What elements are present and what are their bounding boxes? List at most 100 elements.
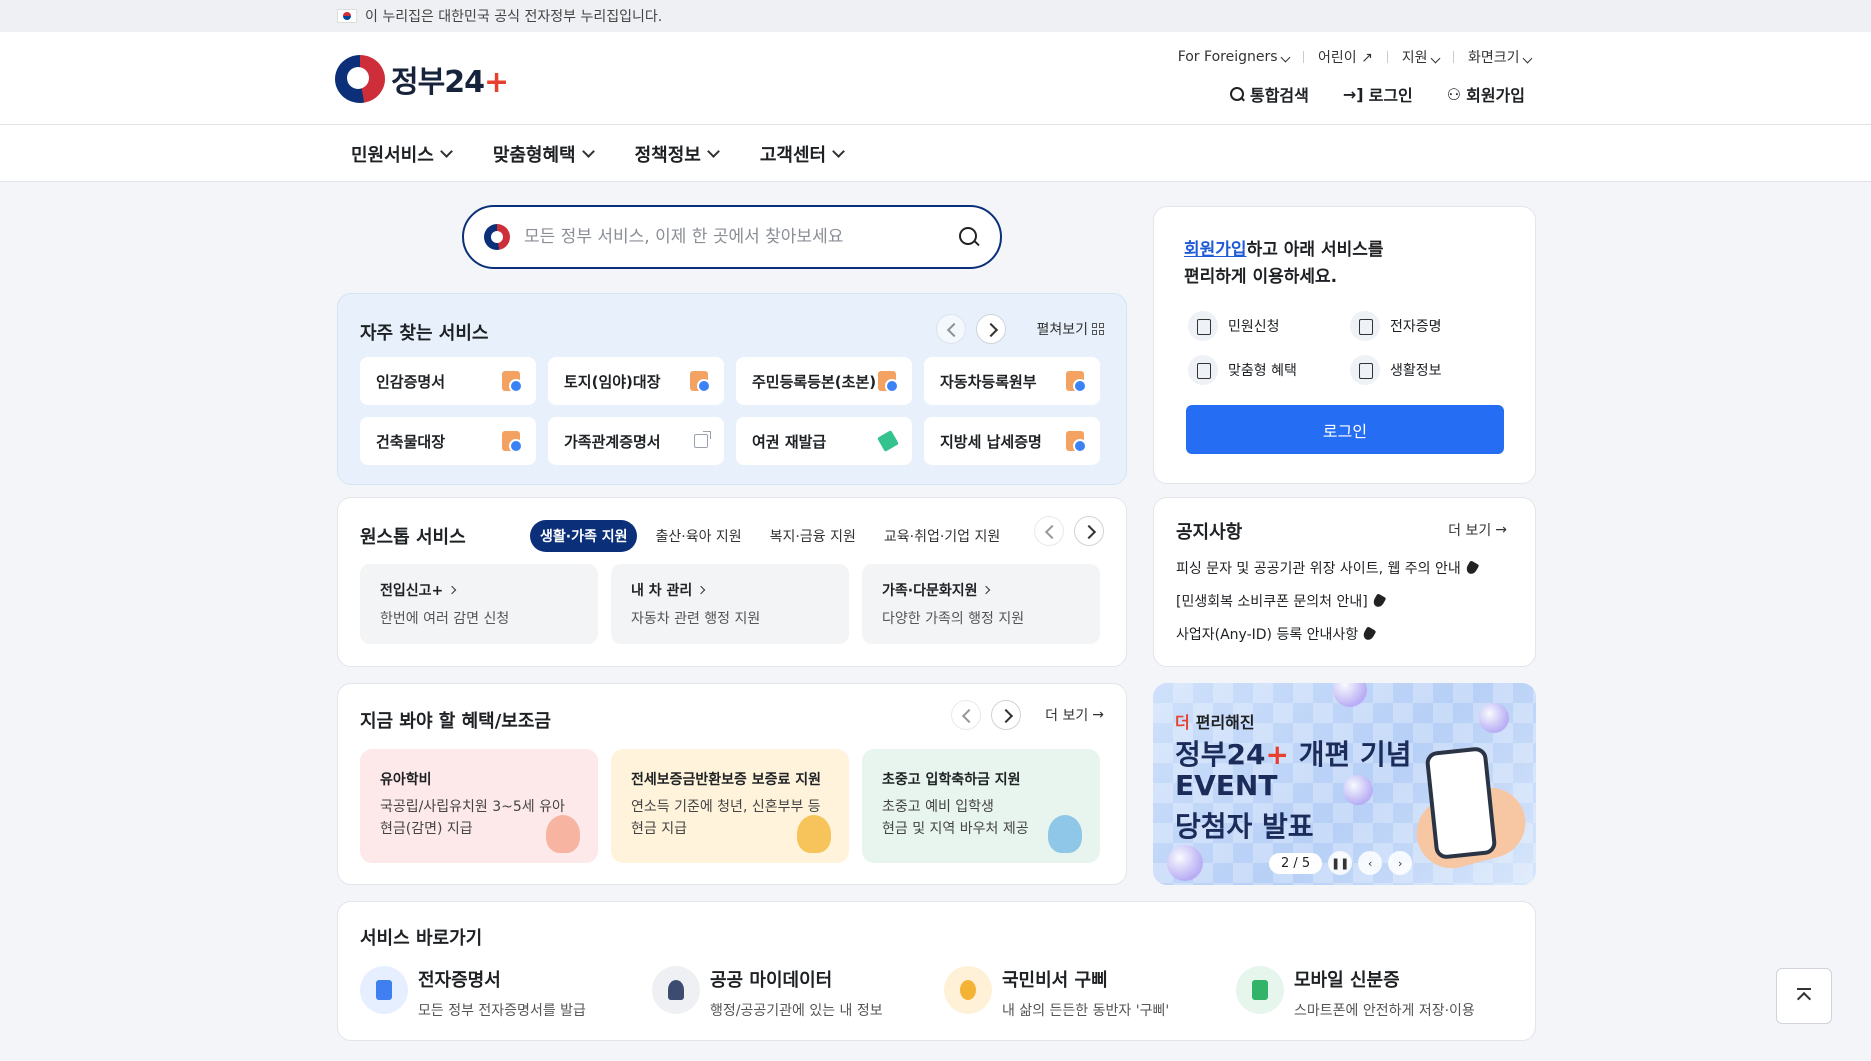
gov-banner: 이 누리집은 대한민국 공식 전자정부 누리집입니다. [0, 0, 1871, 32]
prev-button[interactable]: ‹ [1358, 851, 1383, 875]
main-search [462, 205, 1002, 269]
scroll-top-button[interactable] [1776, 968, 1832, 1024]
pin-icon [1361, 626, 1377, 642]
chevron-down-icon [1280, 52, 1291, 63]
banner-pager: 2 / 5 ❚❚ ‹ › [1269, 851, 1413, 875]
onestop-item[interactable]: 전입신고+ 한번에 여러 감면 신청 [360, 564, 598, 644]
document-icon [1066, 371, 1087, 393]
util-kids[interactable]: 어린이 ↗ [1318, 47, 1373, 67]
pause-button[interactable]: ❚❚ [1328, 851, 1353, 875]
bubble-decoration [1479, 703, 1509, 733]
pen-icon [877, 430, 899, 452]
certificate-icon [1350, 311, 1380, 341]
notice-item[interactable]: 피싱 문자 및 공공기관 위장 사이트, 웹 주의 안내 [1176, 558, 1480, 578]
quick-benefits[interactable]: 맞춤형 혜택 [1188, 355, 1350, 385]
next-button[interactable] [991, 700, 1022, 730]
chevron-down-icon [581, 145, 595, 158]
search-icon[interactable] [958, 226, 980, 248]
notice-item[interactable]: [민생회복 소비쿠폰 문의처 안내] [1176, 591, 1477, 611]
expand-link[interactable]: 펼쳐보기 [1036, 319, 1104, 339]
login-icon: →] [1342, 84, 1364, 104]
gnb-policy-info[interactable]: 정책정보 [635, 141, 720, 167]
onestop-item[interactable]: 가족·다문화지원 다양한 가족의 행정 지원 [862, 564, 1100, 644]
carousel-controls: 펼쳐보기 [936, 314, 1104, 344]
gov-banner-text: 이 누리집은 대한민국 공식 전자정부 누리집입니다. [365, 9, 663, 25]
service-item[interactable]: 자동차등록원부 [924, 357, 1100, 405]
more-link[interactable]: 더 보기 → [1045, 705, 1104, 725]
benefit-card[interactable]: 유아학비 국공립/사립유치원 3~5세 유아 현금(감면) 지급 [360, 749, 598, 863]
section-title: 서비스 바로가기 [360, 928, 483, 949]
next-button[interactable] [1074, 516, 1104, 546]
taegeuk-logo-icon [335, 55, 385, 103]
benefit-card[interactable]: 전세보증금반환보증 보증료 지원 연소득 기준에 청년, 신혼부부 등 현금 지급 [611, 749, 849, 863]
chevron-down-icon [1430, 53, 1441, 64]
service-shortcuts: 서비스 바로가기 전자증명서 모든 정부 전자증명서를 발급 공공 마이데이터 행정… [337, 901, 1536, 1041]
prev-button[interactable] [1034, 516, 1064, 546]
gift-icon [1188, 355, 1218, 385]
signup-link[interactable]: ⚇ 회원가입 [1447, 82, 1525, 106]
tab-education-jobs[interactable]: 교육·취업·기업 지원 [874, 520, 1010, 552]
service-item[interactable]: 가족관계증명서 [548, 417, 724, 465]
event-banner[interactable]: 더 편리해진 정부24+ 개편 기념 EVENT 당첨자 발표 2 / 5 ❚❚ … [1153, 683, 1536, 885]
tab-birth-childcare[interactable]: 출산·육아 지원 [645, 520, 751, 552]
shortcut-gubbi[interactable]: 국민비서 구삐 내 삶의 든든한 동반자 '구삐' [944, 966, 1236, 1020]
benefit-grid: 유아학비 국공립/사립유치원 3~5세 유아 현금(감면) 지급 전세보증금반환보증… [360, 749, 1100, 863]
document-icon [502, 371, 523, 393]
service-item[interactable]: 인감증명서 [360, 357, 536, 405]
login-card: 회원가입하고 아래 서비스를 편리하게 이용하세요. 민원신청 전자증명 맞춤형… [1153, 206, 1536, 484]
tab-life-family[interactable]: 생활·가족 지원 [530, 520, 638, 552]
section-title: 공지사항 [1176, 522, 1243, 543]
quick-civil-apply[interactable]: 민원신청 [1188, 311, 1350, 341]
utility-menu: For Foreigners 어린이 ↗ 지원 화면크기 [1178, 47, 1533, 67]
quick-e-cert[interactable]: 전자증명 [1350, 311, 1480, 341]
integrated-search-button[interactable]: 통합검색 [1229, 82, 1309, 106]
child-illustration-icon [546, 815, 580, 853]
banner-subtitle: 더 편리해진 [1175, 713, 1255, 732]
join-prompt: 회원가입하고 아래 서비스를 편리하게 이용하세요. [1184, 240, 1384, 288]
quick-links: 민원신청 전자증명 맞춤형 혜택 생활정보 [1188, 311, 1480, 385]
search-input[interactable] [524, 227, 944, 247]
gnb-civil-service[interactable]: 민원서비스 [351, 141, 453, 167]
shortcut-e-certificate[interactable]: 전자증명서 모든 정부 전자증명서를 발급 [360, 966, 652, 1020]
chevron-right-icon [982, 585, 991, 595]
quick-life-info[interactable]: 생활정보 [1350, 355, 1480, 385]
service-item[interactable]: 건축물대장 [360, 417, 536, 465]
service-item[interactable]: 여권 재발급 [736, 417, 912, 465]
gnb-custom-benefits[interactable]: 맞춤형혜택 [493, 141, 595, 167]
service-item[interactable]: 지방세 납세증명 [924, 417, 1100, 465]
util-support[interactable]: 지원 [1402, 47, 1441, 67]
notice-item[interactable]: 사업자(Any-ID) 등록 안내사항 [1176, 624, 1477, 644]
service-item[interactable]: 주민등록등본(초본) [736, 357, 912, 405]
onestop-services: 원스톱 서비스 생활·가족 지원 출산·육아 지원 복지·금융 지원 교육·취업… [337, 497, 1127, 667]
pin-icon [1371, 593, 1387, 609]
onestop-item[interactable]: 내 차 관리 자동차 관련 행정 지원 [611, 564, 849, 644]
signup-inline-link[interactable]: 회원가입 [1184, 240, 1247, 260]
login-link[interactable]: →] 로그인 [1343, 82, 1413, 106]
benefit-card[interactable]: 초중고 입학축하금 지원 초중고 예비 입학생 현금 및 지역 바우처 제공 [862, 749, 1100, 863]
next-button[interactable]: › [1388, 851, 1413, 875]
bubble-decoration [1167, 845, 1203, 881]
util-screen-size[interactable]: 화면크기 [1468, 47, 1533, 67]
service-item[interactable]: 토지(임야)대장 [548, 357, 724, 405]
korea-flag-icon [337, 9, 357, 23]
shortcut-mobile-id[interactable]: 모바일 신분증 스마트폰에 안전하게 저장·이용 [1236, 966, 1528, 1020]
pin-icon [1464, 560, 1480, 576]
tab-welfare-finance[interactable]: 복지·금융 지원 [760, 520, 866, 552]
notice-list: 피싱 문자 및 공공기관 위장 사이트, 웹 주의 안내 [민생회복 소비쿠폰 … [1176, 558, 1480, 657]
bubble-decoration [1343, 775, 1373, 805]
prev-button[interactable] [936, 314, 967, 344]
util-foreigners[interactable]: For Foreigners [1178, 49, 1291, 65]
site-logo[interactable]: 정부24+ [335, 55, 509, 103]
next-button[interactable] [976, 314, 1007, 344]
more-link[interactable]: 더 보기 → [1448, 520, 1507, 540]
banner-title-line2: EVENT [1175, 769, 1278, 802]
gnb-customer-center[interactable]: 고객센터 [760, 141, 845, 167]
taegeuk-logo-icon [484, 224, 510, 250]
prev-button[interactable] [951, 700, 982, 730]
login-button[interactable]: 로그인 [1186, 405, 1504, 454]
student-illustration-icon [1048, 815, 1082, 853]
site-header: 정부24+ For Foreigners 어린이 ↗ 지원 화면크기 통합검색 … [0, 32, 1871, 125]
bubble-decoration [1333, 683, 1367, 707]
shortcut-mydata[interactable]: 공공 마이데이터 행정/공공기관에 있는 내 정보 [652, 966, 944, 1020]
mail-icon [1188, 311, 1218, 341]
